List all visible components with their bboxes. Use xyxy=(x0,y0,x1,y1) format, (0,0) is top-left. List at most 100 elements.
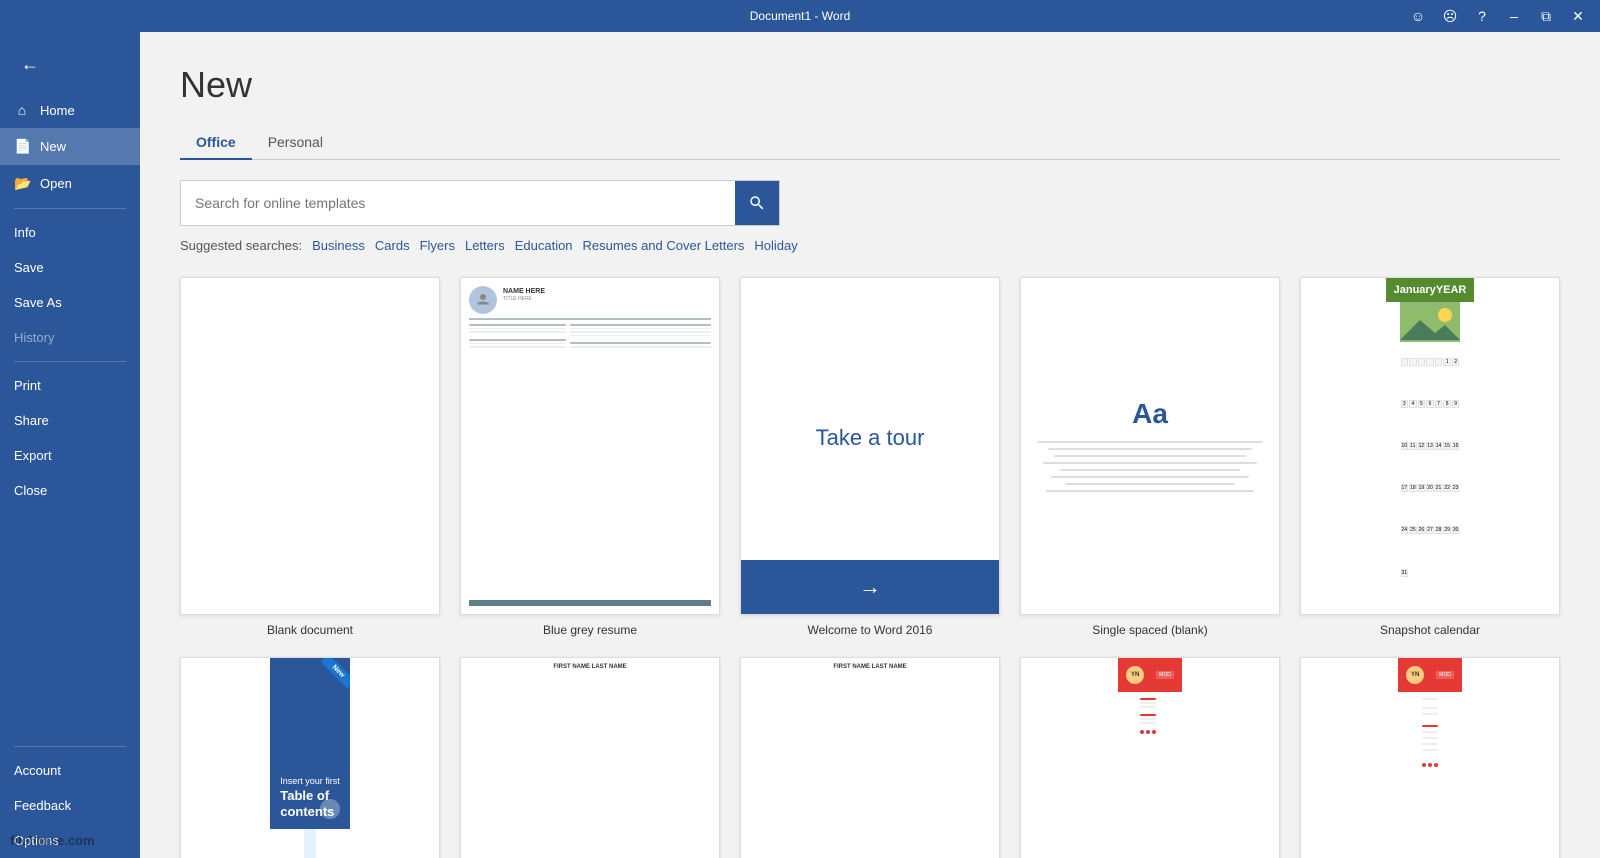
share-label: Share xyxy=(14,413,49,428)
tour-arrow-button: → xyxy=(741,560,999,614)
titlebar-controls: ☺ ☹ ? – ⧉ ✕ xyxy=(1404,2,1592,30)
polished-cover-header: YN MOD xyxy=(1398,658,1462,692)
template-name-blue-resume: Blue grey resume xyxy=(460,623,720,637)
tabs-bar: Office Personal xyxy=(180,126,1560,160)
sidebar-item-history[interactable]: History xyxy=(0,320,140,355)
sidebar-item-account[interactable]: Account xyxy=(0,753,140,788)
template-blue-resume[interactable]: NAME HERE TITLE HERE xyxy=(460,277,720,637)
tab-office[interactable]: Office xyxy=(180,126,252,160)
suggested-letters[interactable]: Letters xyxy=(465,238,505,253)
polished-body xyxy=(1134,692,1166,858)
home-icon: ⌂ xyxy=(14,102,30,118)
template-thumb-calendar: January YEAR 12 xyxy=(1300,277,1560,615)
calendar-image xyxy=(1400,302,1460,342)
template-grid-row1: Blank document NAME HERE TITLE HERE xyxy=(180,277,1560,637)
template-name-tour: Welcome to Word 2016 xyxy=(740,623,1000,637)
sidebar-divider-1 xyxy=(14,208,126,209)
sidebar-item-open[interactable]: 📂 Open xyxy=(0,165,140,202)
export-label: Export xyxy=(14,448,52,463)
sidebar-item-info[interactable]: Info xyxy=(0,215,140,250)
template-pol-cover[interactable]: YN MOD xyxy=(1300,657,1560,858)
back-button[interactable]: ← xyxy=(10,44,50,84)
calendar-header: January YEAR xyxy=(1386,278,1475,302)
sidebar-item-feedback[interactable]: Feedback xyxy=(0,788,140,823)
smiley-icon[interactable]: ☺ xyxy=(1404,2,1432,30)
template-blank[interactable]: Blank document xyxy=(180,277,440,637)
sidebar: ← ⌂ Home 📄 New 📂 Open Info Save Save As … xyxy=(0,32,140,858)
close-button[interactable]: ✕ xyxy=(1564,2,1592,30)
calendar-year: YEAR xyxy=(1436,284,1467,296)
tour-arrow-icon: → xyxy=(859,574,881,600)
polished-cover-avatar: YN xyxy=(1406,666,1424,684)
titlebar: Document1 - Word ☺ ☹ ? – ⧉ ✕ xyxy=(0,0,1600,32)
toc-insert-text: Insert your first xyxy=(280,776,340,786)
account-label: Account xyxy=(14,763,61,778)
sidebar-item-share[interactable]: Share xyxy=(0,403,140,438)
suggested-business[interactable]: Business xyxy=(312,238,365,253)
template-name-calendar: Snapshot calendar xyxy=(1300,623,1560,637)
suggested-flyers[interactable]: Flyers xyxy=(420,238,455,253)
template-single-spaced[interactable]: Aa Single spaced (blank) xyxy=(1020,277,1280,637)
polished-mod-badge: MOD xyxy=(1156,671,1174,679)
polished-header: YN MOD xyxy=(1118,658,1182,692)
sidebar-divider-3 xyxy=(14,746,126,747)
template-thumb-toc: Insert your first Table ofcontents → xyxy=(180,657,440,858)
calendar-month: January xyxy=(1394,284,1436,296)
help-icon[interactable]: ? xyxy=(1468,2,1496,30)
sidebar-item-close[interactable]: Close xyxy=(0,473,140,508)
template-thumb-mod-resume: FIRST NAME LAST NAME xyxy=(460,657,720,858)
minimize-button[interactable]: – xyxy=(1500,2,1528,30)
tab-personal[interactable]: Personal xyxy=(252,126,339,160)
template-toc[interactable]: Insert your first Table ofcontents → Ins… xyxy=(180,657,440,858)
template-thumb-blank xyxy=(180,277,440,615)
template-mod-cover[interactable]: FIRST NAME LAST NAME Modern chronologica… xyxy=(740,657,1000,858)
polished-avatar: YN xyxy=(1126,666,1144,684)
open-folder-icon: 📂 xyxy=(14,175,30,192)
info-label: Info xyxy=(14,225,36,240)
search-icon xyxy=(748,194,766,212)
saveas-label: Save As xyxy=(14,295,62,310)
sidebar-item-new[interactable]: 📄 New xyxy=(0,128,140,165)
suggested-cards[interactable]: Cards xyxy=(375,238,410,253)
polished-cover-body xyxy=(1416,692,1444,858)
search-button[interactable] xyxy=(735,181,779,225)
single-spaced-aa: Aa xyxy=(1132,398,1168,430)
restore-button[interactable]: ⧉ xyxy=(1532,2,1560,30)
app-body: ← ⌂ Home 📄 New 📂 Open Info Save Save As … xyxy=(0,32,1600,858)
sidebar-item-label: Home xyxy=(40,103,75,118)
template-thumb-pol-resume: YN MOD xyxy=(1020,657,1280,858)
save-label: Save xyxy=(14,260,44,275)
template-mod-resume[interactable]: FIRST NAME LAST NAME xyxy=(460,657,720,858)
sidebar-item-print[interactable]: Print xyxy=(0,368,140,403)
history-label: History xyxy=(14,330,54,345)
sidebar-item-label: Open xyxy=(40,176,72,191)
sidebar-item-options[interactable]: Options xyxy=(0,823,140,858)
sidebar-divider-2 xyxy=(14,361,126,362)
sidebar-item-home[interactable]: ⌂ Home xyxy=(0,92,140,128)
sidebar-item-export[interactable]: Export xyxy=(0,438,140,473)
search-input[interactable] xyxy=(181,185,735,221)
suggested-holiday[interactable]: Holiday xyxy=(754,238,797,253)
suggested-education[interactable]: Education xyxy=(515,238,573,253)
toc-banner: Insert your first Table ofcontents → xyxy=(270,658,350,830)
template-thumb-blue-resume: NAME HERE TITLE HERE xyxy=(460,277,720,615)
tour-text: Take a tour xyxy=(816,425,925,451)
calendar-landscape-icon xyxy=(1400,305,1460,340)
suggested-searches: Suggested searches: Business Cards Flyer… xyxy=(180,238,1560,253)
main-content: New Office Personal Suggested searches: … xyxy=(140,32,1600,858)
sidebar-item-label: New xyxy=(40,139,66,154)
suggested-label: Suggested searches: xyxy=(180,238,302,253)
frown-icon[interactable]: ☹ xyxy=(1436,2,1464,30)
options-label: Options xyxy=(14,833,59,848)
template-name-single: Single spaced (blank) xyxy=(1020,623,1280,637)
titlebar-title: Document1 - Word xyxy=(750,9,850,23)
close-label: Close xyxy=(14,483,47,498)
sidebar-item-saveas[interactable]: Save As xyxy=(0,285,140,320)
template-pol-resume[interactable]: YN MOD xyxy=(1020,657,1280,858)
page-title: New xyxy=(180,64,1560,106)
template-tour[interactable]: Take a tour → Welcome to Word 2016 xyxy=(740,277,1000,637)
sidebar-item-save[interactable]: Save xyxy=(0,250,140,285)
feedback-label: Feedback xyxy=(14,798,71,813)
suggested-resumes[interactable]: Resumes and Cover Letters xyxy=(583,238,745,253)
template-calendar[interactable]: January YEAR 12 xyxy=(1300,277,1560,637)
